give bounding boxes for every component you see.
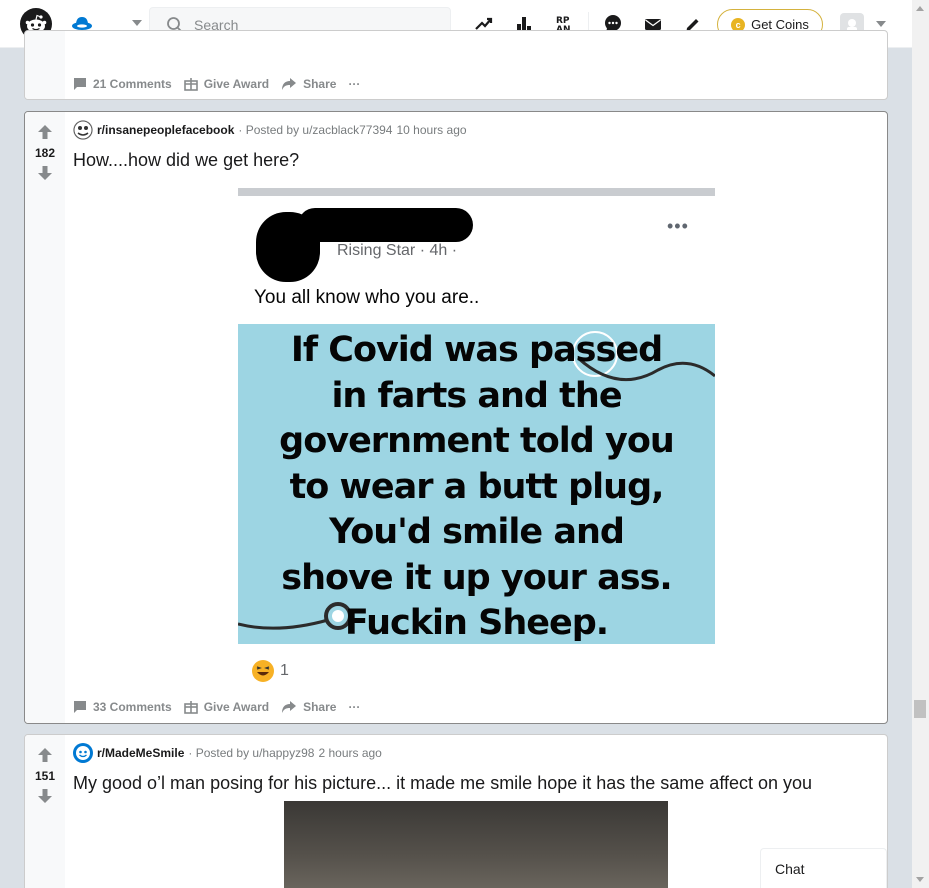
laughing-emoji-icon xyxy=(252,660,274,682)
meme-caption: If Covid was passed in farts and the gov… xyxy=(279,330,675,643)
reaction-count: 1 xyxy=(280,662,289,679)
post-meta: r/MadeMeSmile · Posted by u/happyz98 2 h… xyxy=(73,743,382,763)
scroll-up-arrow-icon[interactable] xyxy=(916,6,924,11)
vote-score: 151 xyxy=(34,769,56,783)
redaction-scribble xyxy=(298,208,473,242)
post-actions: 21 Comments Give Award Share ··· xyxy=(73,77,372,91)
downvote-arrow-icon[interactable] xyxy=(37,165,53,181)
subreddit-link[interactable]: r/MadeMeSmile xyxy=(97,746,184,760)
subreddit-icon[interactable] xyxy=(73,743,93,763)
gift-icon xyxy=(183,701,198,714)
post-timestamp[interactable]: 10 hours ago xyxy=(396,123,466,137)
post-actions: 33 Comments Give Award Share ··· xyxy=(73,700,372,714)
vote-column xyxy=(25,112,65,723)
comment-icon xyxy=(74,701,86,713)
vote-score: 182 xyxy=(34,146,56,160)
feed-dropdown-chevron-down-icon[interactable] xyxy=(132,20,142,26)
posted-by-user-link[interactable]: · Posted by u/happyz98 xyxy=(188,746,314,760)
gift-icon xyxy=(183,78,198,91)
scrollbar-thumb[interactable] xyxy=(914,700,926,718)
fb-more-options-icon: ••• xyxy=(667,216,689,236)
upvote-arrow-icon[interactable] xyxy=(37,124,53,140)
comments-button[interactable]: 21 Comments xyxy=(73,77,172,91)
give-award-button[interactable]: Give Award xyxy=(183,700,269,714)
fb-post-caption: You all know who you are.. xyxy=(254,287,480,308)
upvote-arrow-icon[interactable] xyxy=(37,747,53,763)
chat-button[interactable]: Chat xyxy=(760,848,887,888)
more-options-button[interactable]: ··· xyxy=(348,77,360,91)
comment-icon xyxy=(74,78,86,90)
page-scrollbar[interactable] xyxy=(912,0,929,888)
post-image[interactable]: Rising Star · 4h · ••• You all know who … xyxy=(238,188,715,646)
post-photo[interactable] xyxy=(284,801,668,888)
share-arrow-icon xyxy=(282,78,297,90)
fb-post-meta: Rising Star · 4h · xyxy=(337,242,458,259)
scroll-down-arrow-icon[interactable] xyxy=(916,877,924,882)
share-button[interactable]: Share xyxy=(281,77,336,91)
give-award-button[interactable]: Give Award xyxy=(183,77,269,91)
fb-reactions: 1 xyxy=(252,660,289,682)
share-arrow-icon xyxy=(282,701,297,713)
post-meta: r/insanepeoplefacebook · Posted by u/zac… xyxy=(73,120,467,140)
user-menu-chevron-down-icon[interactable] xyxy=(876,21,886,27)
post-title[interactable]: My good o’l man posing for his picture..… xyxy=(73,773,812,794)
post-card[interactable]: 182 r/insanepeoplefacebook · Posted by u… xyxy=(24,111,888,724)
meme-image: If Covid was passed in farts and the gov… xyxy=(238,324,715,644)
post-timestamp[interactable]: 2 hours ago xyxy=(318,746,381,760)
share-button[interactable]: Share xyxy=(281,700,336,714)
post-card[interactable]: 151 r/MadeMeSmile · Posted by u/happyz98… xyxy=(24,734,888,888)
post-card[interactable]: 21 Comments Give Award Share ··· xyxy=(24,30,888,100)
posted-by-user-link[interactable]: · Posted by u/zacblack77394 xyxy=(238,123,392,137)
downvote-arrow-icon[interactable] xyxy=(37,788,53,804)
screenshot-top-border xyxy=(238,188,715,196)
more-options-button[interactable]: ··· xyxy=(348,700,360,714)
subreddit-link[interactable]: r/insanepeoplefacebook xyxy=(97,123,234,137)
subreddit-icon[interactable] xyxy=(73,120,93,140)
vote-column xyxy=(25,31,65,99)
post-title[interactable]: How....how did we get here? xyxy=(73,150,299,171)
comments-button[interactable]: 33 Comments xyxy=(73,700,172,714)
